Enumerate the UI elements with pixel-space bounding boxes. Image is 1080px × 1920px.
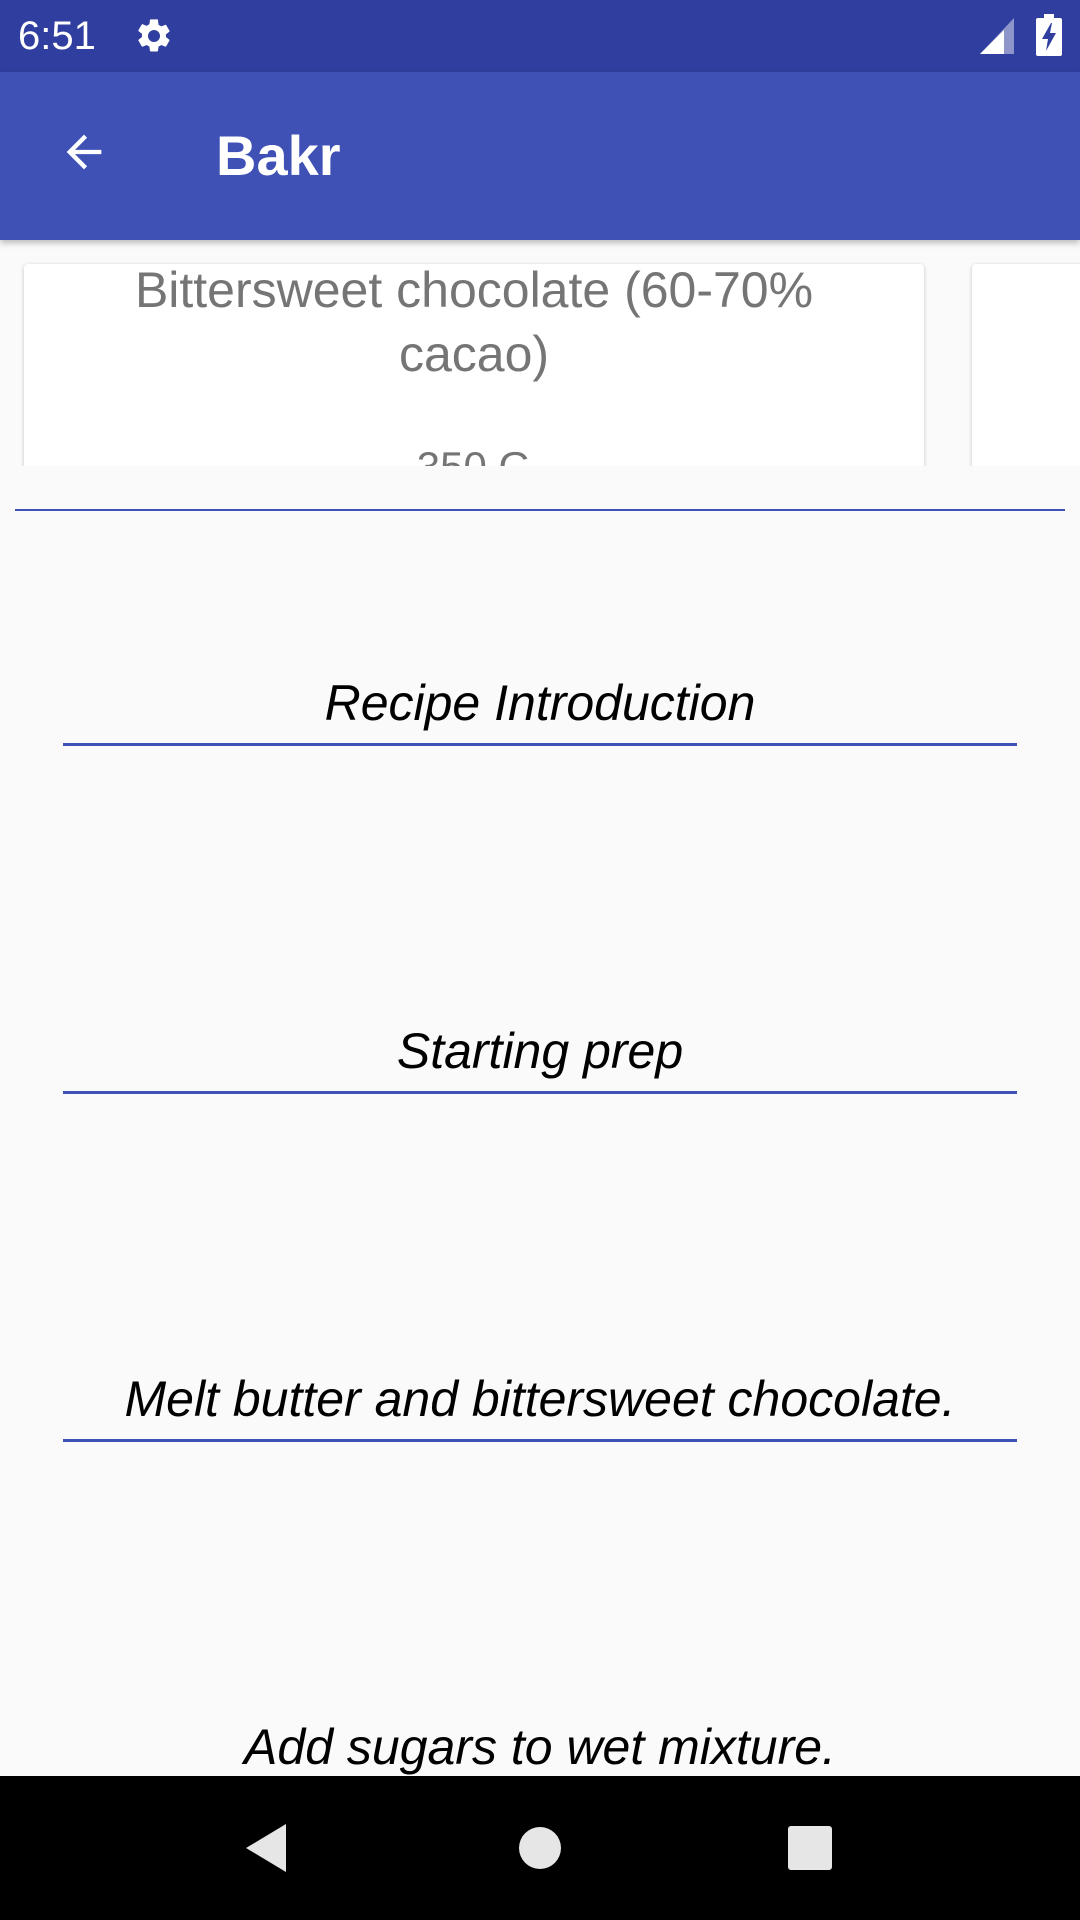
status-time: 6:51 (18, 14, 96, 58)
nav-recents-icon (788, 1826, 832, 1870)
step-underline (63, 743, 1017, 746)
step-underline (63, 1439, 1017, 1442)
divider (15, 509, 1065, 511)
ingredient-quantity: 350 G (24, 442, 924, 466)
step-item[interactable]: Starting prep (63, 1019, 1017, 1099)
cell-signal-icon (980, 18, 1014, 54)
step-item[interactable]: Recipe Introduction (63, 671, 1017, 751)
app-title: Bakr (216, 124, 341, 187)
step-label: Recipe Introduction (324, 675, 756, 731)
nav-home-icon (519, 1827, 561, 1869)
back-button[interactable] (44, 112, 124, 192)
status-bar: 6:51 (0, 0, 1080, 72)
app-bar: Bakr (0, 72, 1080, 240)
gear-icon (138, 19, 170, 52)
navigation-bar (0, 1776, 1080, 1920)
nav-back-icon (246, 1824, 286, 1872)
arrow-back-icon (66, 134, 102, 170)
battery-charging-icon (1036, 14, 1062, 56)
step-label: Starting prep (396, 1023, 684, 1079)
step-label: Add sugars to wet mixture. (244, 1719, 836, 1775)
step-item[interactable]: Melt butter and bittersweet chocolate. (63, 1367, 1017, 1447)
nav-home-button[interactable] (500, 1808, 580, 1888)
ingredient-card[interactable] (972, 264, 1080, 466)
ingredient-card[interactable]: Bittersweet chocolate (60-70% cacao) 350… (24, 262, 924, 466)
step-underline (63, 1091, 1017, 1094)
ingredient-name: Bittersweet chocolate (60-70% cacao) (134, 262, 814, 382)
ingredients-carousel[interactable]: Bittersweet chocolate (60-70% cacao) 350… (0, 240, 1080, 466)
nav-recents-button[interactable] (770, 1808, 850, 1888)
step-label: Melt butter and bittersweet chocolate. (124, 1371, 956, 1427)
nav-back-button[interactable] (228, 1808, 308, 1888)
